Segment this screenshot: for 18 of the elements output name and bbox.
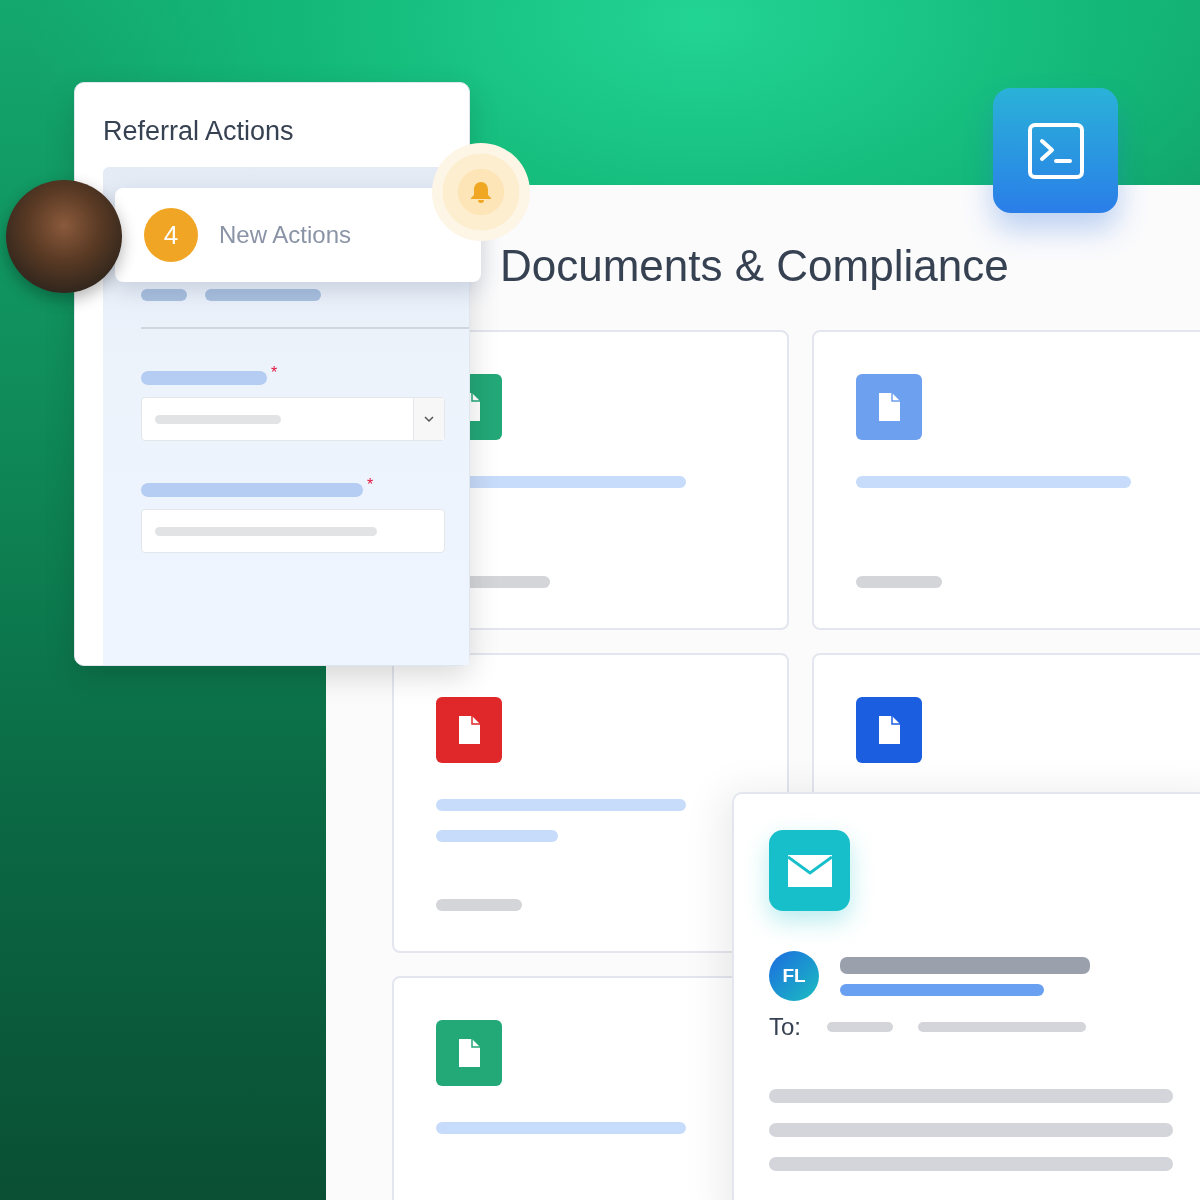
to-label: To: [769, 1013, 801, 1041]
count-badge: 4 [144, 208, 198, 262]
placeholder-bar [827, 1022, 893, 1032]
dropdown-field[interactable] [141, 397, 445, 441]
sender-avatar: FL [769, 951, 819, 1001]
envelope-icon [769, 830, 850, 911]
placeholder-bar [141, 289, 187, 301]
panel-title: Documents & Compliance [500, 240, 1010, 292]
terminal-icon[interactable] [993, 88, 1118, 213]
chevron-down-icon [423, 415, 435, 423]
document-card[interactable] [812, 330, 1200, 630]
card-title: Referral Actions [103, 115, 295, 147]
input-field[interactable] [141, 509, 445, 553]
notification-bar[interactable]: 4 New Actions [115, 188, 481, 282]
document-card[interactable] [392, 653, 789, 953]
required-mark: * [367, 477, 374, 493]
required-mark: * [271, 365, 278, 381]
notification-label: New Actions [219, 221, 352, 249]
